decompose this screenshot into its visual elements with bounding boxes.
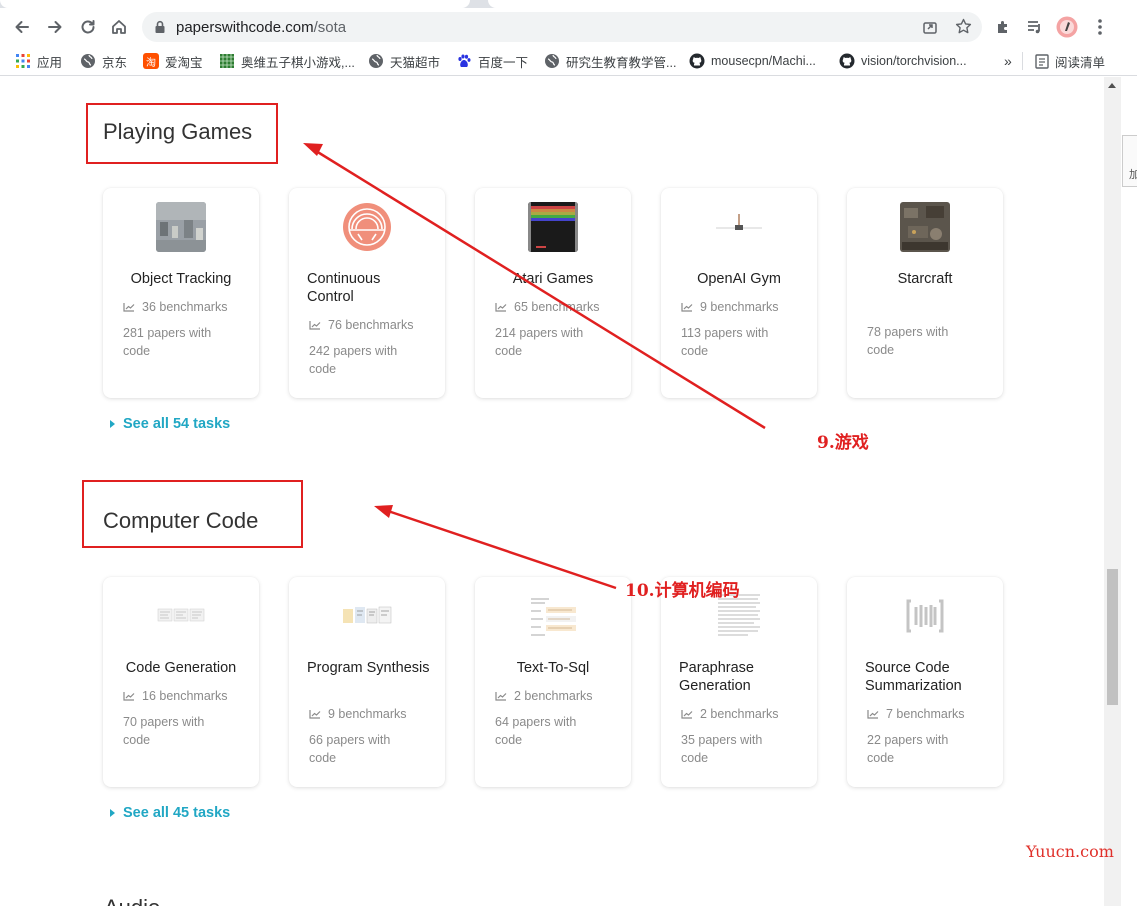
page-scrollbar[interactable] [1104, 77, 1121, 906]
scroll-up-arrow-icon[interactable] [1108, 83, 1116, 88]
annotation-code-label: 10.计算机编码 [625, 581, 740, 601]
annotation-arrows [303, 143, 766, 590]
browser-window: paperswithcode.com/sota 应用 京东 淘 爱淘宝 奥维五子… [0, 0, 1137, 906]
scrollbar-thumb[interactable] [1107, 569, 1118, 705]
arrow-code-head [374, 505, 393, 518]
watermark: Yuucn.com [1026, 842, 1114, 861]
side-panel-fragment: 加 [1122, 135, 1137, 187]
right-gutter [1121, 77, 1137, 906]
arrow-code-line [387, 509, 617, 590]
arrow-games-line [315, 149, 766, 430]
annotation-games-label: 9.游戏 [817, 433, 869, 453]
